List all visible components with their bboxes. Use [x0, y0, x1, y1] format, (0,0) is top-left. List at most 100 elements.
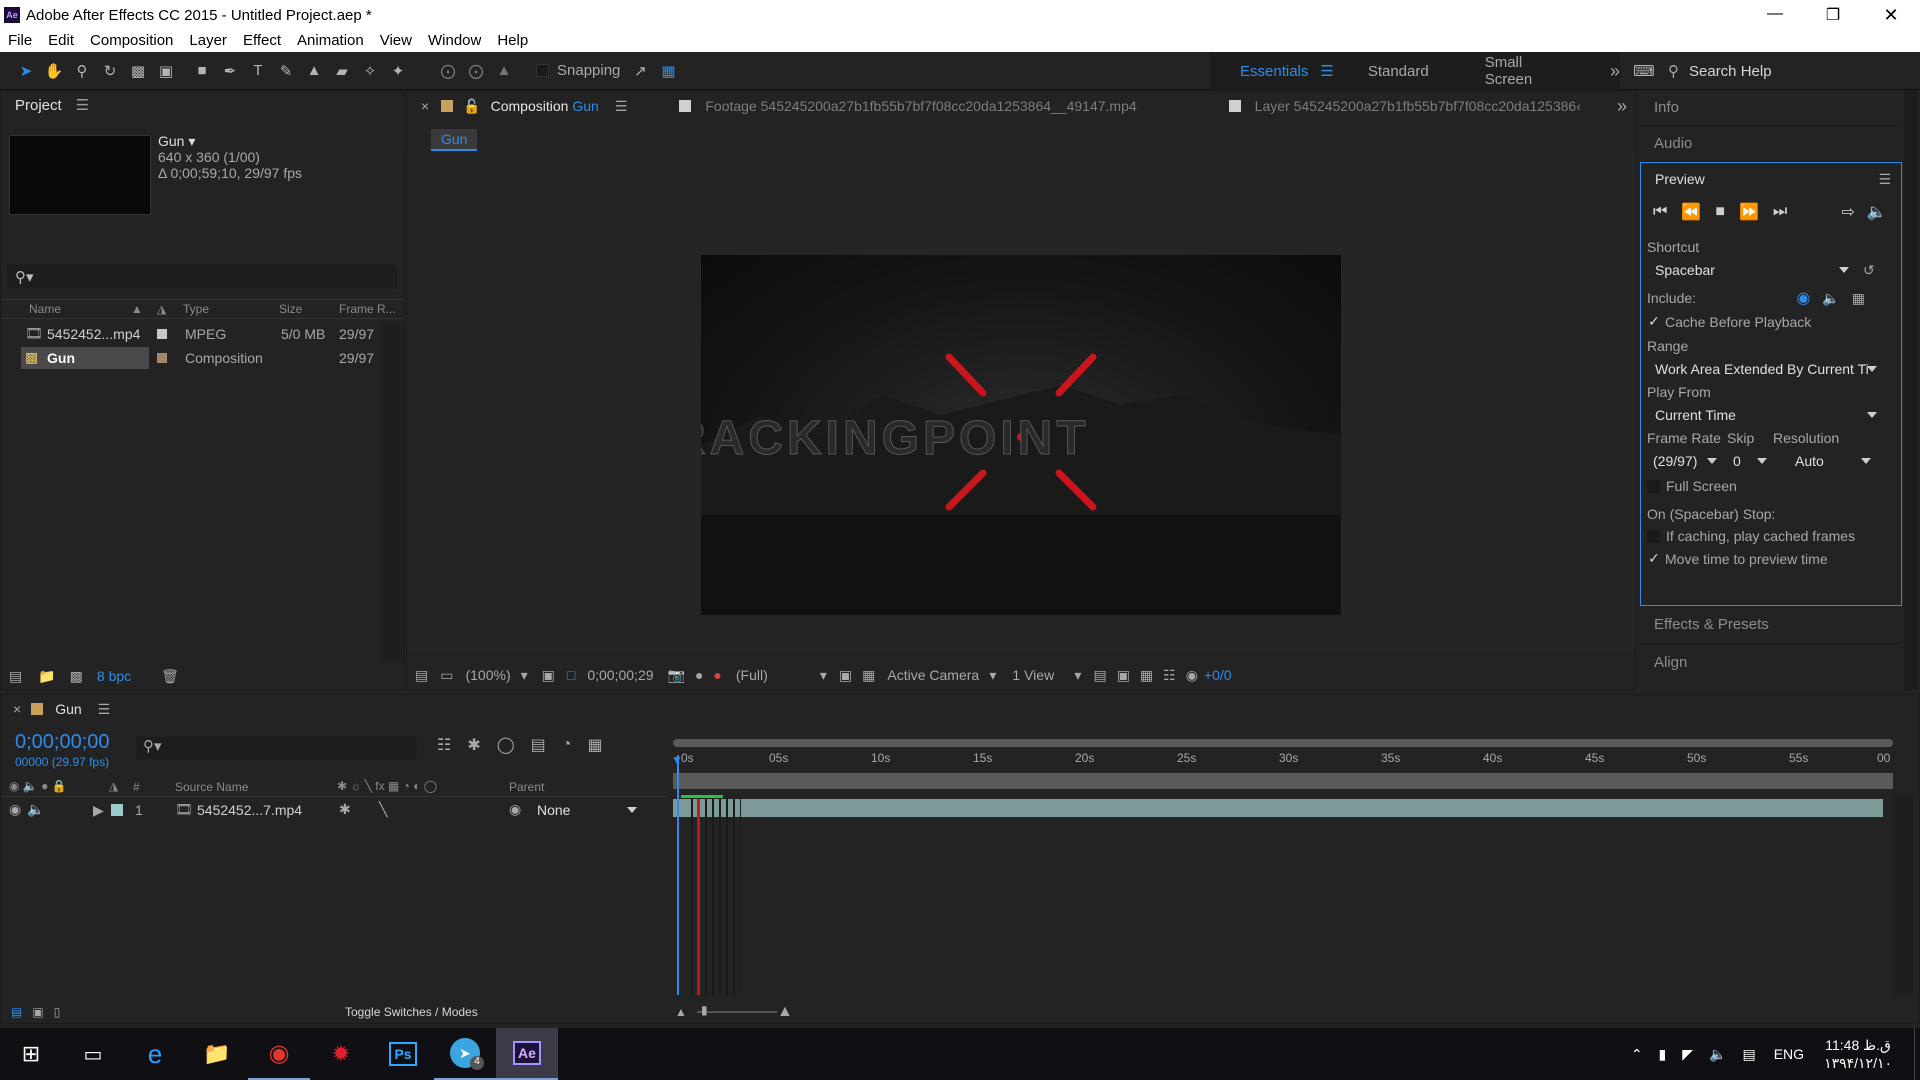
more-workspaces-icon[interactable]: »: [1610, 61, 1620, 82]
menu-edit[interactable]: Edit: [40, 30, 82, 52]
timeline-tab[interactable]: Gun: [55, 701, 81, 717]
pan-behind-tool-icon[interactable]: ▣: [152, 58, 180, 84]
color-channels-icon[interactable]: ●: [713, 667, 721, 683]
resolution-dropdown[interactable]: (Full): [736, 667, 820, 683]
project-scrollbar[interactable]: [381, 323, 401, 661]
transparency-grid-icon[interactable]: ▦: [862, 667, 875, 684]
search-help-field[interactable]: Search Help: [1689, 63, 1772, 80]
graph-editor-icon[interactable]: ▦: [587, 735, 602, 755]
type-tool-icon[interactable]: T: [244, 58, 272, 84]
timeline-vertical-scrollbar[interactable]: [1893, 795, 1913, 995]
after-effects-icon[interactable]: Ae: [496, 1028, 558, 1080]
search-help-icon[interactable]: ⚲: [1668, 62, 1679, 80]
menu-view[interactable]: View: [372, 30, 420, 52]
telegram-icon[interactable]: ➤ 4: [434, 1028, 496, 1080]
eraser-tool-icon[interactable]: ▰: [328, 58, 356, 84]
timeline-layer-row[interactable]: ◉ 🔈 ▶ 1 🎞 5452452...7.mp4 ✱ ╲ ◉ None: [1, 799, 667, 821]
layer-quality-switch-icon[interactable]: ╲: [379, 801, 387, 818]
draft-3d-icon[interactable]: ✱: [467, 735, 480, 755]
task-view-icon[interactable]: ▭: [62, 1028, 124, 1080]
col-frame-rate[interactable]: Frame R...: [339, 302, 396, 316]
parent-dropdown[interactable]: None: [531, 799, 643, 821]
close-timeline-icon[interactable]: ×: [13, 701, 21, 717]
flowchart-view-icon[interactable]: ☷: [1163, 667, 1176, 684]
playhead-marker-icon[interactable]: ▼: [671, 753, 683, 767]
action-center-icon[interactable]: ▤: [1742, 1046, 1755, 1063]
timeline-menu-icon[interactable]: ☰: [98, 701, 111, 718]
tab-composition[interactable]: Composition Gun: [491, 98, 599, 114]
zoom-tool-icon[interactable]: ⚲: [68, 58, 96, 84]
right-panels-scrollbar[interactable]: [1904, 90, 1918, 690]
show-snapshot-icon[interactable]: ●: [695, 667, 703, 683]
in-out-icon[interactable]: ▯: [54, 1005, 61, 1019]
previous-frame-icon[interactable]: ⏪: [1681, 202, 1701, 222]
project-search[interactable]: ⚲▾: [7, 265, 397, 289]
menu-composition[interactable]: Composition: [82, 30, 181, 52]
zoom-dropdown[interactable]: (100%): [465, 667, 510, 683]
comp-mini-flowchart-icon[interactable]: ☷: [437, 735, 451, 755]
clone-stamp-tool-icon[interactable]: ▲: [300, 58, 328, 84]
close-tab-icon[interactable]: ×: [421, 98, 429, 114]
lock-icon[interactable]: 🔓: [463, 98, 480, 115]
full-screen-checkbox[interactable]: [1647, 479, 1660, 493]
video-visibility-icon[interactable]: ◉: [9, 801, 21, 818]
volume-icon[interactable]: 🔈: [1709, 1046, 1726, 1063]
shy-layers-icon[interactable]: ◯: [497, 735, 515, 755]
include-video-icon[interactable]: ◉: [1796, 288, 1810, 308]
col-size[interactable]: Size: [279, 302, 302, 316]
interpret-footage-icon[interactable]: ▤: [9, 668, 22, 685]
workspace-small-screen[interactable]: Small Screen: [1485, 54, 1562, 88]
rectangle-tool-icon[interactable]: ■: [188, 58, 216, 84]
photoshop-icon[interactable]: Ps: [372, 1028, 434, 1080]
menu-effect[interactable]: Effect: [235, 30, 289, 52]
panel-menu-icon[interactable]: ☰: [76, 91, 89, 121]
composition-frame[interactable]: RACKINGPOINT: [701, 255, 1341, 615]
toggle-pixel-aspect-icon[interactable]: ▤: [1093, 667, 1106, 684]
col-name[interactable]: Name: [29, 302, 61, 316]
project-item-row[interactable]: 🎞 5452452...mp4 MPEG 5/0 MB 29/97 ☷: [1, 323, 405, 345]
brush-tool-icon[interactable]: ✎: [272, 58, 300, 84]
info-panel-tab[interactable]: Info: [1640, 90, 1902, 126]
timeline-icon[interactable]: ▦: [1140, 667, 1153, 684]
project-item-row[interactable]: ▩ Gun Composition 29/97: [1, 347, 405, 369]
frame-blending-icon[interactable]: ▤: [531, 735, 546, 755]
local-axis-icon[interactable]: ⨀: [434, 58, 462, 84]
range-dropdown[interactable]: Work Area Extended By Current Ti: [1647, 358, 1883, 380]
time-ruler[interactable]: 0s 05s 10s 15s 20s 25s 30s 35s 40s 45s 5…: [673, 751, 1893, 773]
layer-switches-icon[interactable]: ▤: [11, 1005, 22, 1019]
play-from-dropdown[interactable]: Current Time: [1647, 404, 1883, 426]
rotate-tool-icon[interactable]: ↻: [96, 58, 124, 84]
transfer-controls-icon[interactable]: ▣: [32, 1005, 43, 1019]
effects-presets-tab[interactable]: Effects & Presets: [1640, 606, 1902, 644]
current-time-display[interactable]: 0;00;00;29: [587, 667, 653, 683]
camera-arrow-icon[interactable]: ▾: [989, 667, 996, 684]
clock[interactable]: 11:48 ق.ظ ۱۳۹۴/۱۲/۱۰: [1824, 1036, 1892, 1072]
stop-icon[interactable]: ■: [1715, 203, 1725, 221]
audio-panel-tab[interactable]: Audio: [1640, 126, 1902, 162]
menu-animation[interactable]: Animation: [289, 30, 372, 52]
input-language[interactable]: ENG: [1774, 1046, 1804, 1062]
if-caching-checkbox[interactable]: [1647, 529, 1660, 543]
new-composition-icon[interactable]: ▩: [70, 668, 83, 685]
file-explorer-icon[interactable]: 📁: [186, 1028, 248, 1080]
last-frame-icon[interactable]: ⏭: [1773, 203, 1787, 221]
tab-footage[interactable]: Footage 545245200a27b1fb55b7bf7f08cc20da…: [705, 98, 1136, 114]
antivirus-icon[interactable]: ✹: [310, 1028, 372, 1080]
include-overlays-icon[interactable]: ▦: [1852, 290, 1865, 307]
zoom-in-icon[interactable]: ▲: [777, 1003, 793, 1021]
delete-icon[interactable]: 🗑: [161, 668, 179, 685]
first-frame-icon[interactable]: ⏮: [1653, 203, 1667, 221]
timeline-timecode[interactable]: 0;00;00;00: [15, 731, 110, 754]
snapping-checkbox[interactable]: [536, 64, 549, 77]
roto-brush-tool-icon[interactable]: ✧: [356, 58, 384, 84]
maximize-button[interactable]: ❐: [1804, 5, 1862, 26]
show-hidden-icons-icon[interactable]: ⌃: [1631, 1046, 1643, 1063]
keyboard-shortcuts-icon[interactable]: ⌨: [1630, 58, 1658, 84]
fast-previews-icon[interactable]: ▣: [839, 667, 852, 684]
source-name-header[interactable]: Source Name: [175, 780, 248, 794]
display-icon[interactable]: ▭: [440, 667, 453, 684]
safe-margins-icon[interactable]: ▣: [542, 667, 555, 684]
menu-help[interactable]: Help: [489, 30, 536, 52]
parent-pick-whip-icon[interactable]: ◉: [509, 801, 521, 818]
network-icon[interactable]: ◤: [1682, 1046, 1693, 1063]
